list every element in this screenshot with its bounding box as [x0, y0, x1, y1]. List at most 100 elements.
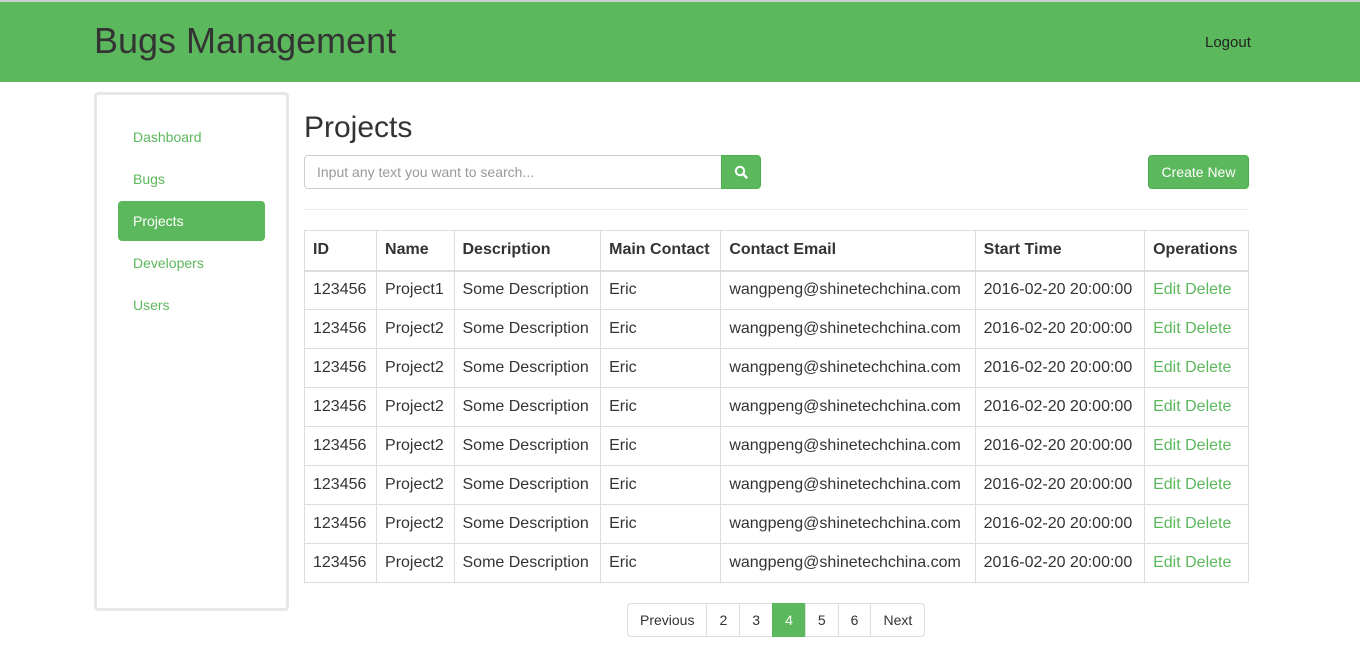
table-cell: Eric — [600, 348, 722, 388]
sidebar-item-bugs[interactable]: Bugs — [118, 159, 265, 199]
page-button-4[interactable]: 4 — [772, 603, 806, 637]
search-icon — [734, 165, 748, 179]
table-cell: 123456 — [303, 270, 378, 310]
table-row: 123456 Project2 Some Description Eric wangpe… — [303, 504, 1249, 544]
sidebar-item-users[interactable]: Users — [118, 285, 265, 325]
table-cell: wangpeng@shinetechchina.com — [720, 270, 976, 310]
delete-link[interactable]: Delete — [1185, 515, 1231, 532]
table-cell: 123456 — [303, 465, 378, 505]
table-cell: Project2 — [376, 543, 455, 583]
edit-link[interactable]: Edit — [1153, 398, 1181, 415]
create-new-button[interactable]: Create New — [1148, 155, 1249, 189]
edit-link[interactable]: Edit — [1153, 476, 1181, 493]
column-header: Name — [376, 230, 455, 272]
operations-cell: Edit Delete — [1144, 543, 1249, 583]
app-title: Bugs Management — [94, 20, 397, 61]
header: Bugs Management Logout — [0, 2, 1360, 82]
table-row: 123456 Project2 Some Description Eric wangpe… — [303, 465, 1249, 505]
table-cell: wangpeng@shinetechchina.com — [720, 387, 976, 427]
delete-link[interactable]: Delete — [1185, 398, 1231, 415]
operations-cell: Edit Delete — [1144, 426, 1249, 466]
operations-cell: Edit Delete — [1144, 309, 1249, 349]
operations-cell: Edit Delete — [1144, 270, 1249, 310]
table-cell: Eric — [600, 426, 722, 466]
column-header: Main Contact — [600, 230, 722, 272]
table-cell: 123456 — [303, 309, 378, 349]
table-cell: Some Description — [453, 348, 602, 388]
edit-link[interactable]: Edit — [1153, 554, 1181, 571]
table-cell: Eric — [600, 465, 722, 505]
table-cell: Eric — [600, 543, 722, 583]
table-cell: wangpeng@shinetechchina.com — [720, 348, 976, 388]
edit-link[interactable]: Edit — [1153, 515, 1181, 532]
edit-link[interactable]: Edit — [1153, 359, 1181, 376]
page-button-3[interactable]: 3 — [739, 603, 774, 637]
edit-link[interactable]: Edit — [1153, 281, 1181, 298]
column-header: Contact Email — [720, 230, 976, 272]
column-header: Description — [453, 230, 602, 272]
table-row: 123456 Project2 Some Description Eric wangpe… — [303, 309, 1249, 349]
sidebar-item-dashboard[interactable]: Dashboard — [118, 117, 265, 157]
previous-page-button[interactable]: Previous — [627, 603, 708, 637]
table-cell: Project2 — [376, 387, 455, 427]
table-row: 123456 Project2 Some Description Eric wangpe… — [303, 348, 1249, 388]
delete-link[interactable]: Delete — [1185, 320, 1231, 337]
table-header-row: ID Name Description Main Contact Contact Ema… — [303, 230, 1249, 272]
projects-table: ID Name Description Main Contact Contact Ema… — [303, 230, 1249, 583]
delete-link[interactable]: Delete — [1185, 437, 1231, 454]
table-cell: Project2 — [376, 309, 455, 349]
table-cell: wangpeng@shinetechchina.com — [720, 309, 976, 349]
delete-link[interactable]: Delete — [1185, 554, 1231, 571]
table-cell: 2016-02-20 20:00:00 — [974, 465, 1146, 505]
table-cell: 2016-02-20 20:00:00 — [974, 504, 1146, 544]
table-cell: wangpeng@shinetechchina.com — [720, 465, 976, 505]
table-cell: 2016-02-20 20:00:00 — [974, 348, 1146, 388]
table-cell: 2016-02-20 20:00:00 — [974, 543, 1146, 583]
table-cell: Project1 — [376, 270, 455, 310]
column-header: Start Time — [974, 230, 1146, 272]
table-cell: Eric — [600, 504, 722, 544]
pagination: Previous 2 3 4 5 6 Next — [627, 603, 926, 637]
table-cell: Project2 — [376, 504, 455, 544]
table-cell: Some Description — [453, 309, 602, 349]
page-button-2[interactable]: 2 — [706, 603, 741, 637]
table-cell: 123456 — [303, 348, 378, 388]
table-cell: 2016-02-20 20:00:00 — [974, 387, 1146, 427]
delete-link[interactable]: Delete — [1185, 281, 1231, 298]
search-input[interactable] — [304, 155, 722, 189]
sidebar-item-developers[interactable]: Developers — [118, 243, 265, 283]
next-page-button[interactable]: Next — [870, 603, 926, 637]
edit-link[interactable]: Edit — [1153, 437, 1181, 454]
table-cell: Project2 — [376, 426, 455, 466]
page-title: Projects — [304, 111, 413, 144]
table-cell: Some Description — [453, 387, 602, 427]
table-cell: wangpeng@shinetechchina.com — [720, 504, 976, 544]
table-cell: Some Description — [453, 543, 602, 583]
delete-link[interactable]: Delete — [1185, 476, 1231, 493]
page-button-6[interactable]: 6 — [837, 603, 872, 637]
edit-link[interactable]: Edit — [1153, 320, 1181, 337]
delete-link[interactable]: Delete — [1185, 359, 1231, 376]
table-row: 123456 Project1 Some Description Eric wangpe… — [303, 270, 1249, 310]
table-cell: 123456 — [303, 387, 378, 427]
table-cell: 2016-02-20 20:00:00 — [974, 426, 1146, 466]
sidebar-item-projects[interactable]: Projects — [118, 201, 265, 241]
logout-link[interactable]: Logout — [1205, 34, 1251, 51]
table-cell: Some Description — [453, 426, 602, 466]
table-row: 123456 Project2 Some Description Eric wangpe… — [303, 387, 1249, 427]
search-button[interactable] — [721, 155, 761, 189]
table-cell: 123456 — [303, 426, 378, 466]
table-cell: 2016-02-20 20:00:00 — [974, 309, 1146, 349]
sidebar: Dashboard Bugs Projects Developers Users — [94, 92, 289, 611]
divider — [304, 209, 1249, 210]
table-cell: 123456 — [303, 504, 378, 544]
column-header: ID — [303, 230, 378, 272]
operations-cell: Edit Delete — [1144, 387, 1249, 427]
page-button-5[interactable]: 5 — [804, 603, 839, 637]
table-cell: Eric — [600, 270, 722, 310]
operations-cell: Edit Delete — [1144, 348, 1249, 388]
table-cell: Project2 — [376, 465, 455, 505]
table-row: 123456 Project2 Some Description Eric wangpe… — [303, 426, 1249, 466]
table-cell: Eric — [600, 309, 722, 349]
table-cell: 2016-02-20 20:00:00 — [974, 270, 1146, 310]
